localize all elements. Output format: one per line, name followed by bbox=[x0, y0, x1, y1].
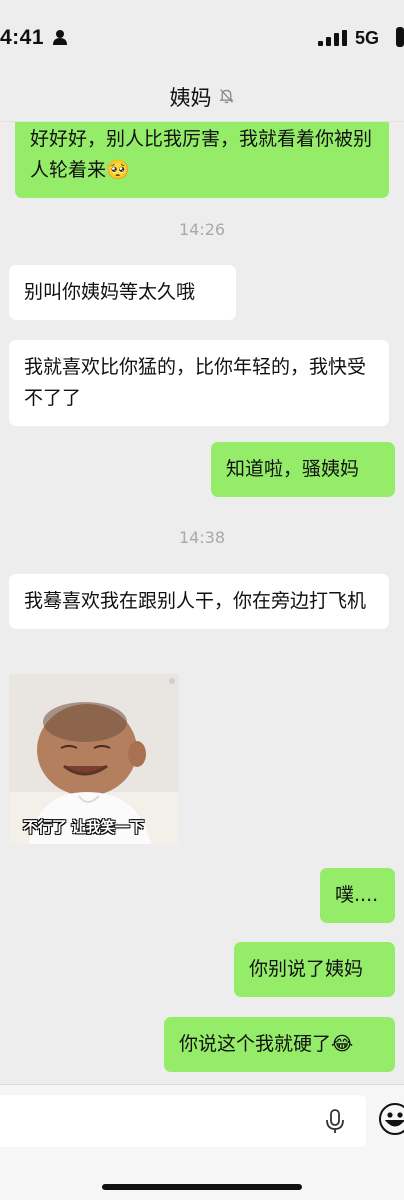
input-bar bbox=[0, 1084, 404, 1200]
emoji-icon[interactable] bbox=[377, 1101, 404, 1141]
mic-icon[interactable] bbox=[324, 1109, 346, 1139]
chat-title[interactable]: 姨妈 bbox=[170, 82, 212, 112]
message-incoming: 我就喜欢比你猛的，比你年轻的，我快受不了了 bbox=[9, 340, 389, 426]
battery-icon bbox=[396, 27, 404, 51]
chat-header: 姨妈 bbox=[0, 72, 404, 122]
message-bubble[interactable]: 知道啦，骚姨妈 bbox=[211, 442, 395, 497]
message-bubble[interactable]: 你说这个我就硬了😂 bbox=[164, 1017, 395, 1072]
status-time: 4:41 bbox=[0, 26, 45, 49]
chat-area[interactable]: 好好好，别人比我厉害，我就看着你被别人轮着来🥺 14:26 别叫你姨妈等太久哦 … bbox=[0, 122, 404, 1084]
message-bubble[interactable]: 你别说了姨妈 bbox=[234, 942, 395, 997]
message-bubble[interactable]: 噗.... bbox=[320, 868, 395, 923]
status-bar: 4:41 5G bbox=[0, 0, 404, 72]
message-outgoing: 你别说了姨妈 bbox=[234, 942, 395, 997]
message-bubble[interactable]: 我蓦喜欢我在跟别人干，你在旁边打飞机 bbox=[9, 574, 389, 629]
message-bubble[interactable]: 我就喜欢比你猛的，比你年轻的，我快受不了了 bbox=[9, 340, 389, 426]
home-indicator bbox=[102, 1184, 302, 1190]
message-outgoing: 好好好，别人比我厉害，我就看着你被别人轮着来🥺 bbox=[15, 122, 389, 198]
timestamp: 14:26 bbox=[178, 220, 226, 239]
message-outgoing: 知道啦，骚姨妈 bbox=[211, 442, 395, 497]
message-outgoing: 你说这个我就硬了😂 bbox=[164, 1017, 395, 1072]
network-type: 5G bbox=[355, 28, 380, 48]
mute-bell-icon bbox=[218, 87, 235, 108]
message-bubble[interactable]: 好好好，别人比我厉害，我就看着你被别人轮着来🥺 bbox=[15, 122, 389, 198]
message-incoming: 别叫你姨妈等太久哦 bbox=[9, 265, 236, 320]
message-incoming: 我蓦喜欢我在跟别人干，你在旁边打飞机 bbox=[9, 574, 389, 629]
person-icon bbox=[52, 29, 68, 49]
message-input[interactable] bbox=[0, 1095, 366, 1147]
message-outgoing: 噗.... bbox=[320, 868, 395, 923]
sticker-message[interactable]: 不行了 让我笑一下 bbox=[9, 674, 179, 844]
message-bubble[interactable]: 别叫你姨妈等太久哦 bbox=[9, 265, 236, 320]
signal-icon bbox=[318, 30, 348, 50]
sticker-caption: 不行了 让我笑一下 bbox=[23, 818, 144, 836]
timestamp: 14:38 bbox=[178, 528, 226, 547]
